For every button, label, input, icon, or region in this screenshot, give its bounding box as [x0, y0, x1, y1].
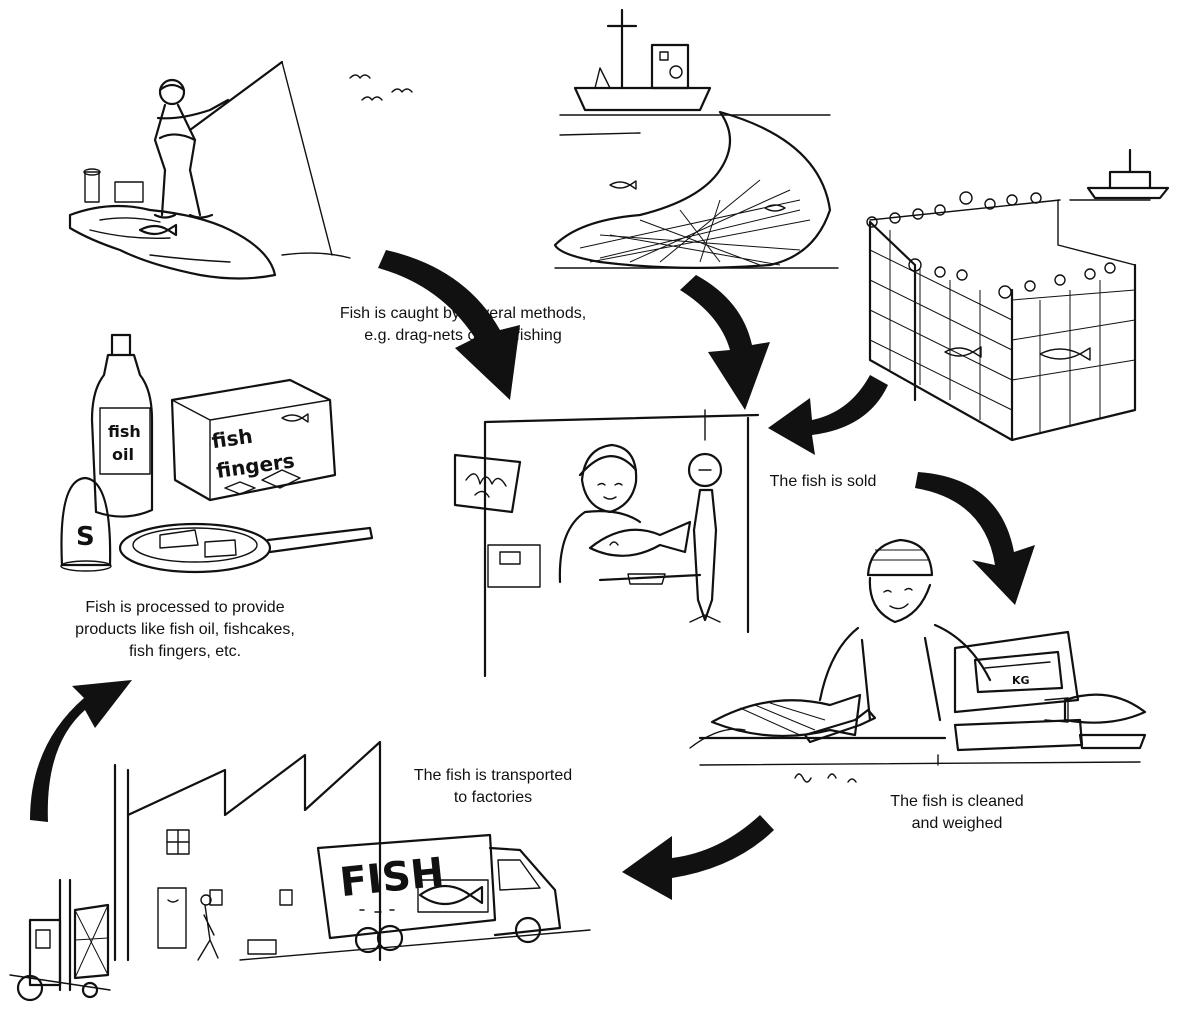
arrow-cleaned-to-transported	[622, 815, 774, 900]
step-label-cleaned: The fish is cleaned and weighed	[872, 791, 1042, 835]
fish-farm-illustration	[867, 150, 1168, 440]
step-label-cleaned-line-1: The fish is cleaned	[890, 793, 1024, 810]
step-label-processed: Fish is processed to provide products li…	[60, 597, 310, 663]
step-label-caught-line-2: e.g. drag-nets or line fishing	[364, 327, 562, 344]
truck-label: FISH	[338, 849, 447, 906]
step-label-caught-line-1: Fish is caught by several methods,	[339, 305, 587, 322]
arrow-sold-to-cleaned	[915, 472, 1035, 605]
step-label-transported-line-2: to factories	[453, 789, 533, 806]
arrow-farm-to-sold	[768, 375, 888, 455]
step-label-processed-line-2: products like fish oil, fishcakes,	[75, 621, 295, 638]
arrow-caught-to-sold-center	[680, 275, 770, 410]
step-label-processed-line-3: fish fingers, etc.	[128, 643, 242, 660]
box-label-2: fingers	[215, 448, 296, 483]
step-label-caught: Fish is caught by several methods, e.g. …	[318, 303, 608, 347]
step-label-cleaned-line-2: and weighed	[911, 815, 1003, 832]
step-label-transported: The fish is transported to factories	[398, 765, 588, 809]
shaker-label: S	[76, 522, 95, 552]
line-fishing-illustration	[70, 62, 412, 279]
box-label-1: fish	[210, 424, 254, 453]
oil-bottle-label-1: fish	[108, 422, 141, 441]
fish-shop-illustration	[455, 410, 758, 676]
drag-net-illustration	[555, 10, 838, 268]
step-label-sold: The fish is sold	[748, 471, 898, 493]
step-label-sold-line-1: The fish is sold	[769, 473, 877, 490]
arrow-transported-to-processed	[30, 680, 132, 822]
scale-label: KG	[1012, 674, 1030, 687]
oil-bottle-label-2: oil	[112, 445, 134, 464]
step-label-transported-line-1: The fish is transported	[413, 767, 573, 784]
fish-cycle-diagram: KG FISH fish oil fish fingers S	[0, 0, 1197, 1017]
step-label-processed-line-1: Fish is processed to provide	[85, 599, 285, 616]
fish-products-illustration: fish oil fish fingers S	[61, 335, 372, 572]
cleaning-weighing-illustration: KG	[690, 540, 1145, 782]
